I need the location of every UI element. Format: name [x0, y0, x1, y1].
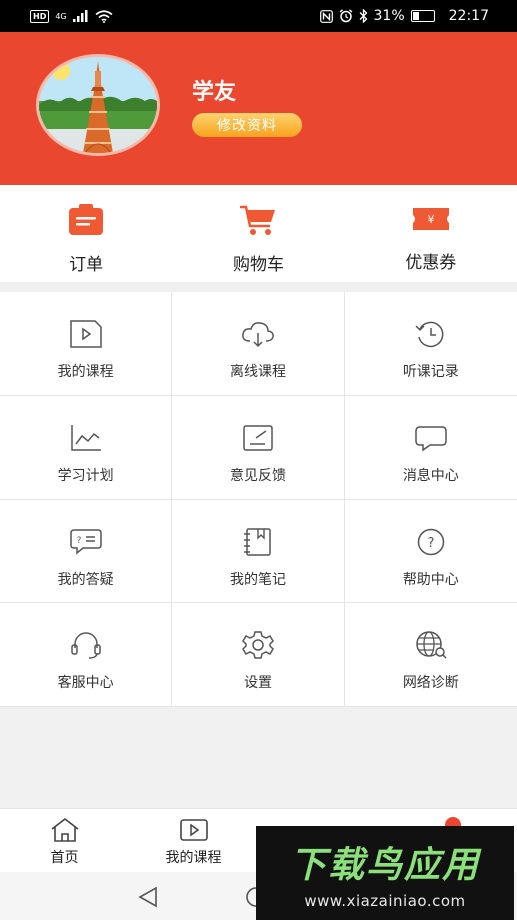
edit-profile-button[interactable]: 修改资料 — [192, 113, 302, 137]
menu-history[interactable]: 听课记录 — [344, 292, 517, 396]
bluetooth-icon — [359, 9, 367, 23]
status-left: HD 4G — [30, 9, 113, 23]
back-triangle-icon[interactable] — [137, 886, 159, 908]
cart-icon — [240, 205, 276, 235]
menu-notes[interactable]: 我的笔记 — [172, 499, 345, 604]
menu-messages-label: 消息中心 — [402, 467, 459, 484]
menu-study-plan[interactable]: 学习计划 — [0, 395, 173, 500]
battery-percent: 31% — [373, 8, 405, 24]
signal-icon — [72, 10, 88, 22]
profile-header: 学友 修改资料 — [0, 32, 517, 185]
quick-cart[interactable]: 购物车 — [172, 185, 344, 282]
quick-coupon[interactable]: ¥ 优惠券 — [345, 185, 517, 282]
menu-customer-service-label: 客服中心 — [57, 675, 114, 692]
username: 学友 — [192, 80, 237, 105]
svg-text:¥: ¥ — [427, 213, 434, 226]
message-bubble-icon — [415, 426, 447, 452]
nav-my-courses-label: 我的课程 — [165, 850, 222, 866]
quick-cart-label: 购物车 — [232, 255, 284, 275]
menu-feedback[interactable]: 意见反馈 — [172, 395, 345, 500]
watermark-logo: 下载鸟应用 www.xiazainiao.com — [256, 826, 514, 920]
qa-bubble-icon: ? — [69, 528, 102, 555]
order-icon — [69, 204, 104, 235]
quick-order[interactable]: 订单 — [0, 185, 172, 282]
gear-icon — [242, 631, 274, 659]
nfc-icon — [319, 9, 333, 23]
nav-home[interactable]: 首页 — [0, 809, 129, 872]
menu-network-diagnosis-label: 网络诊断 — [402, 675, 459, 692]
quick-actions: 订单 购物车 ¥ 优惠券 — [0, 185, 517, 282]
menu-offline-courses[interactable]: 离线课程 — [172, 292, 345, 396]
cloud-download-icon — [242, 322, 274, 348]
course-play-icon — [179, 819, 208, 841]
menu-settings-label: 设置 — [243, 675, 272, 692]
chart-line-icon — [70, 424, 101, 451]
nav-home-label: 首页 — [50, 850, 79, 866]
home-icon — [51, 817, 78, 842]
feature-grid: 我的课程 离线课程 听课记录 学习计划 意见反馈 消息中心 ? 我的答疑 我的笔… — [0, 292, 517, 707]
status-right: 31% 22:17 — [319, 8, 489, 24]
menu-offline-courses-label: 离线课程 — [229, 364, 286, 380]
coupon-icon: ¥ — [412, 208, 449, 230]
notebook-icon — [243, 527, 271, 556]
headset-icon — [70, 632, 101, 659]
status-bar: HD 4G 31% 22:17 — [0, 0, 517, 32]
menu-settings[interactable]: 设置 — [172, 603, 345, 707]
tower-avatar-image — [39, 57, 157, 153]
battery-fill — [412, 12, 419, 20]
menu-history-label: 听课记录 — [402, 364, 459, 380]
svg-text:?: ? — [76, 536, 81, 546]
clock: 22:17 — [448, 8, 489, 24]
quick-order-label: 订单 — [69, 255, 104, 275]
menu-customer-service[interactable]: 客服中心 — [0, 603, 173, 707]
menu-notes-label: 我的笔记 — [229, 571, 286, 588]
menu-study-plan-label: 学习计划 — [57, 467, 114, 484]
alarm-icon — [339, 9, 352, 23]
wifi-icon — [95, 9, 113, 23]
battery-icon — [410, 10, 435, 22]
hd-badge: HD — [30, 9, 50, 23]
menu-qa-label: 我的答疑 — [57, 571, 114, 588]
globe-search-icon — [416, 631, 447, 659]
watermark-title: 下载鸟应用 — [289, 845, 480, 886]
feedback-edit-icon — [243, 425, 273, 451]
course-play-icon — [69, 320, 102, 348]
menu-qa[interactable]: ? 我的答疑 — [0, 499, 173, 604]
quick-coupon-label: 优惠券 — [405, 253, 457, 273]
menu-help-label: 帮助中心 — [402, 571, 459, 588]
watermark-url: www.xiazainiao.com — [304, 892, 466, 910]
menu-feedback-label: 意见反馈 — [229, 467, 286, 484]
help-question-icon: ? — [417, 528, 445, 555]
menu-messages[interactable]: 消息中心 — [344, 396, 517, 500]
menu-network-diagnosis[interactable]: 网络诊断 — [344, 603, 517, 707]
menu-my-courses[interactable]: 我的课程 — [0, 292, 173, 396]
network-type: 4G — [55, 11, 67, 21]
svg-text:?: ? — [427, 536, 434, 551]
menu-help[interactable]: ? 帮助中心 — [344, 500, 517, 604]
history-clock-icon — [415, 321, 444, 348]
menu-my-courses-label: 我的课程 — [57, 364, 114, 380]
avatar[interactable] — [36, 54, 160, 156]
nav-my-courses[interactable]: 我的课程 — [129, 809, 258, 872]
